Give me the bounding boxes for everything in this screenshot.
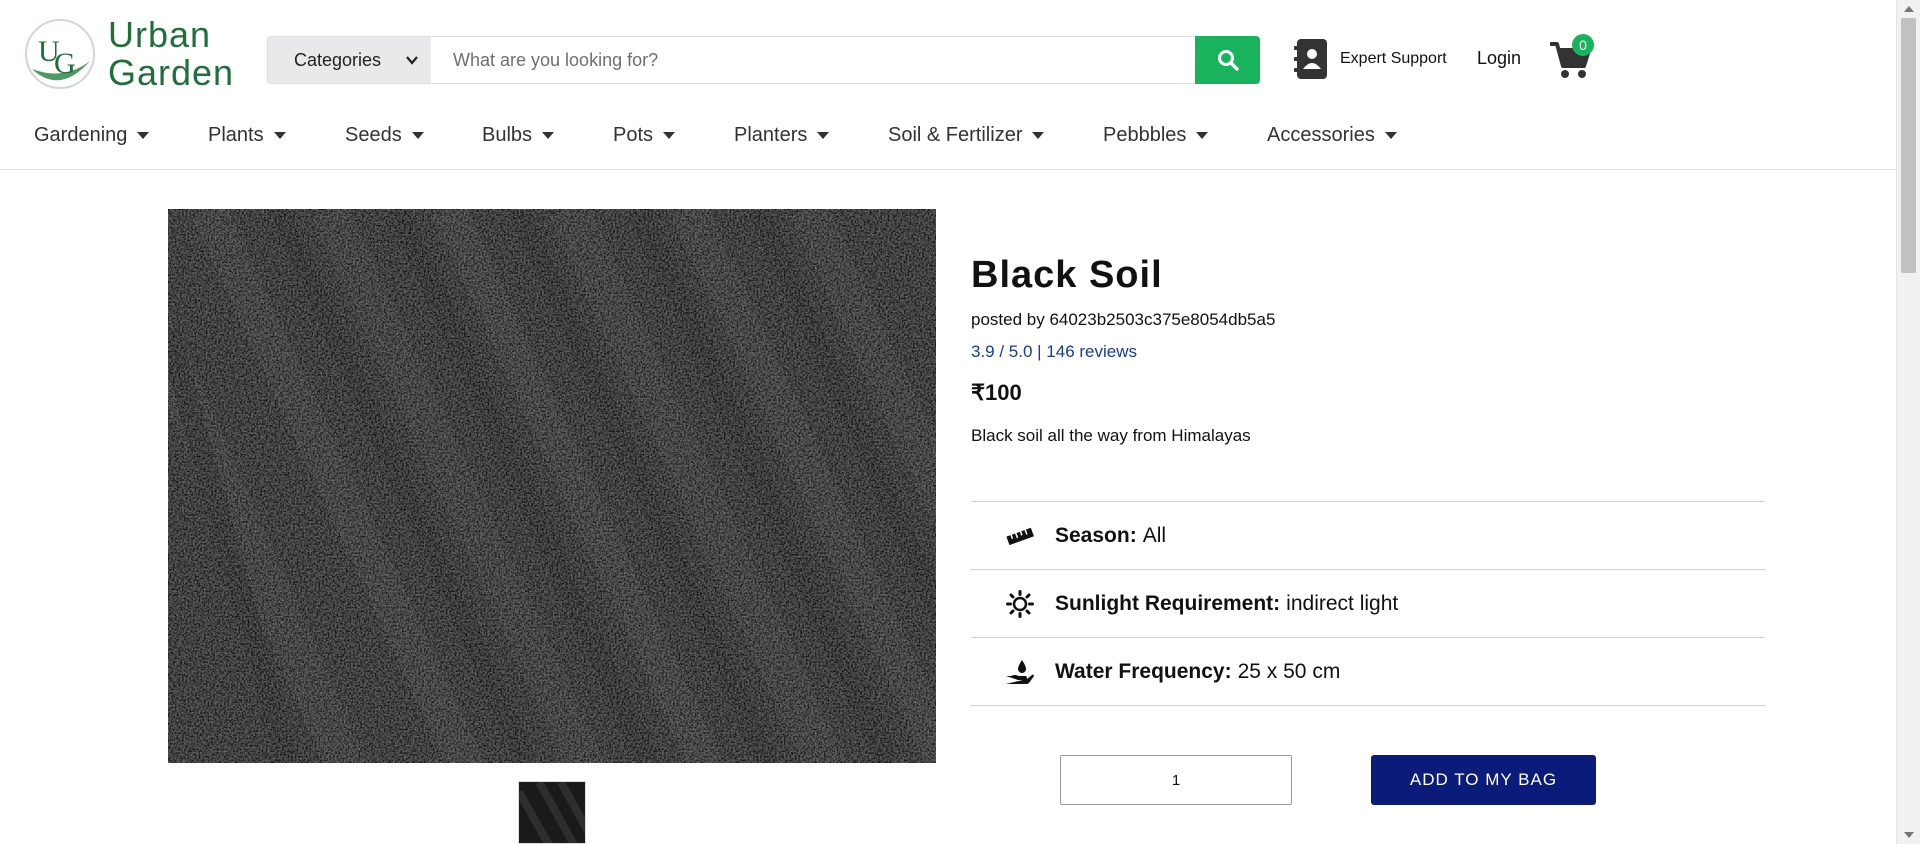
product-price: ₹100 [971,380,1022,405]
spec-label: Sunlight Requirement: [1055,591,1281,615]
nav-item-label: Planters [734,124,808,146]
spec-value: 25 x 50 cm [1237,659,1341,683]
category-nav: Gardening Plants Seeds Bulbs Pots Plante… [0,124,1896,156]
nav-item-gardening[interactable]: Gardening [34,124,150,147]
nav-item-label: Bulbs [482,124,533,146]
product-rating-link[interactable]: 3.9 / 5.0 | 146 reviews [971,342,1765,362]
contact-book-icon [1294,39,1327,79]
ruler-icon [1005,521,1035,551]
nav-item-planters[interactable]: Planters [734,124,830,147]
product-posted-by: posted by 64023b2503c375e8054db5a5 [971,310,1276,329]
page-scrollbar[interactable] [1896,0,1920,844]
product-details: Black Soil posted by 64023b2503c375e8054… [971,250,1765,446]
nav-item-soil-fertilizer[interactable]: Soil & Fertilizer [888,124,1045,147]
hand-water-icon [1005,657,1035,687]
category-select[interactable]: Categories [267,36,431,84]
nav-item-bulbs[interactable]: Bulbs [482,124,555,147]
caret-down-icon [1032,132,1045,139]
search-button[interactable] [1195,36,1260,84]
spec-row-water: Water Frequency: 25 x 50 cm [971,638,1765,706]
product-description: Black soil all the way from Himalayas [971,426,1251,445]
login-link[interactable]: Login [1477,48,1521,69]
brand-name-line2: Garden [108,52,235,93]
nav-item-label: Gardening [34,124,128,146]
chevron-down-icon [406,56,418,65]
caret-down-icon [542,132,555,139]
caret-down-icon [273,132,286,139]
caret-down-icon [137,132,150,139]
nav-item-label: Soil & Fertilizer [888,124,1023,146]
nav-item-pebbles[interactable]: Pebbbles [1103,124,1209,147]
svg-text:G: G [54,47,76,80]
spec-value: indirect light [1286,591,1399,615]
add-to-bag-button[interactable]: ADD TO MY BAG [1371,755,1596,805]
scrollbar-thumb[interactable] [1901,18,1916,273]
sun-icon [1005,589,1035,619]
quantity-input[interactable] [1060,755,1292,805]
caret-down-icon [817,132,830,139]
search-bar: Categories [267,36,1260,84]
product-title: Black Soil [971,254,1163,296]
spec-label: Season: [1055,523,1137,547]
brand-name: Urban Garden [108,16,234,92]
spec-value: All [1142,523,1167,547]
product-image [168,209,936,763]
brand-name-line1: Urban [108,14,212,55]
product-specs: Season: All Sunlight Requirement: indire… [971,501,1765,706]
caret-down-icon [411,132,424,139]
spec-label: Water Frequency: [1055,659,1232,683]
nav-item-label: Seeds [345,124,402,146]
cart-count-badge: 0 [1572,34,1594,56]
site-header: U G Urban Garden Categories What are you… [0,0,1896,170]
caret-down-icon [1384,132,1397,139]
scroll-down-icon[interactable] [1904,832,1914,838]
expert-support-link[interactable]: Expert Support [1294,38,1447,80]
category-select-label: Categories [294,49,382,70]
nav-item-plants[interactable]: Plants [208,124,286,147]
nav-item-label: Pots [613,124,654,146]
search-input[interactable] [431,36,1195,84]
nav-item-seeds[interactable]: Seeds [345,124,424,147]
nav-item-accessories[interactable]: Accessories [1267,124,1397,147]
expert-support-label: Expert Support [1340,50,1447,67]
scroll-up-icon[interactable] [1904,6,1914,12]
nav-item-pots[interactable]: Pots [613,124,676,147]
product-thumbnail[interactable] [518,781,586,844]
spec-row-sunlight: Sunlight Requirement: indirect light [971,570,1765,638]
search-icon [1217,50,1239,71]
caret-down-icon [663,132,676,139]
spec-row-season: Season: All [971,502,1765,570]
brand-logo[interactable]: U G Urban Garden [24,16,234,92]
caret-down-icon [1196,132,1209,139]
nav-item-label: Accessories [1267,124,1375,146]
nav-item-label: Plants [208,124,264,146]
logo-mark-icon: U G [24,17,96,91]
nav-item-label: Pebbbles [1103,124,1187,146]
